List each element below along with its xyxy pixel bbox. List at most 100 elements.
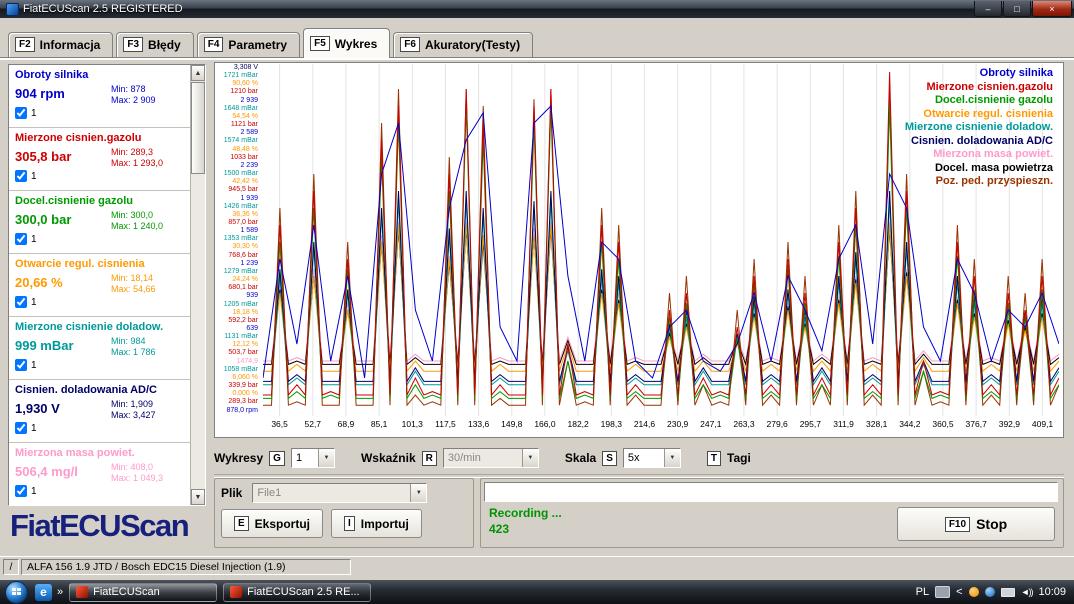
tab-label: Błędy — [148, 38, 181, 52]
wskaznik-value: 30/min — [448, 452, 481, 464]
y-axis-label: 1 939 — [216, 195, 261, 203]
scroll-up-icon[interactable]: ▲ — [191, 65, 205, 81]
parameter-checkbox[interactable] — [15, 422, 27, 434]
legend-entry: Obroty silnika — [905, 67, 1053, 81]
y-axis-label: 1 589 — [216, 227, 261, 235]
parameter-value: 506,4 mg/l — [15, 464, 78, 479]
stop-button[interactable]: F10 Stop — [897, 507, 1055, 541]
parameter-checkbox-label: 1 — [31, 171, 37, 182]
parameter-checkbox-label: 1 — [31, 486, 37, 497]
parameter-checkbox[interactable] — [15, 233, 27, 245]
taskbar-button-label: FiatECUScan — [93, 586, 160, 598]
tab-akuratory-testy[interactable]: F6Akuratory(Testy) — [393, 32, 533, 57]
parameter-value: 904 rpm — [15, 86, 65, 101]
chevron-down-icon[interactable]: ▼ — [410, 484, 426, 502]
x-axis-label: 133,6 — [462, 419, 495, 429]
internet-explorer-icon[interactable]: e — [35, 584, 52, 601]
sidebar-scrollbar[interactable]: ▲ ▼ — [190, 65, 205, 505]
x-axis-label: 295,7 — [794, 419, 827, 429]
parameter-minmax: Min: 18,14Max: 54,66 — [111, 273, 185, 295]
language-indicator[interactable]: PL — [916, 586, 929, 598]
scrollbar-thumb[interactable] — [191, 82, 205, 174]
y-axis-label: 857,0 bar — [216, 219, 261, 227]
skala-value: 5x — [628, 452, 640, 464]
window-title: FiatECUScan 2.5 REGISTERED — [23, 0, 183, 18]
parameter-panel-4: Otwarcie regul. cisnienia20,66 %Min: 18,… — [9, 254, 191, 317]
battery-icon[interactable] — [1001, 588, 1015, 597]
y-axis-label: 2 939 — [216, 97, 261, 105]
tab-parametry[interactable]: F4Parametry — [197, 32, 300, 57]
x-axis-label: 230,9 — [661, 419, 694, 429]
x-axis-label: 68,9 — [329, 419, 362, 429]
tab-informacja[interactable]: F2Informacja — [8, 32, 113, 57]
y-axis-label: 6,060 % — [216, 374, 261, 382]
recording-input[interactable] — [484, 482, 1058, 502]
parameter-value: 20,66 % — [15, 275, 63, 290]
y-axis-label: 0,000 % — [216, 390, 261, 398]
y-axis-label: 1058 mBar — [216, 366, 261, 374]
keyboard-icon[interactable] — [935, 586, 950, 598]
wykresy-dropdown[interactable]: 1 ▼ — [291, 448, 335, 468]
parameter-checkbox[interactable] — [15, 170, 27, 182]
tab-key-label: F4 — [204, 37, 224, 52]
y-axis-labels: 3,308 V1721 mBar90,60 %1210 bar2 9391648… — [216, 64, 261, 416]
chevron-down-icon[interactable]: ▼ — [664, 449, 680, 467]
x-axis-label: 166,0 — [528, 419, 561, 429]
close-button[interactable]: × — [1032, 1, 1072, 17]
tray-collapse-icon[interactable]: < — [956, 586, 962, 598]
clock[interactable]: 10:09 — [1038, 586, 1066, 598]
taskbar: e » FiatECUScanFiatECUScan 2.5 RE... PL … — [0, 580, 1074, 604]
wskaznik-dropdown[interactable]: 30/min ▼ — [443, 448, 539, 468]
y-axis-label: 36,36 % — [216, 211, 261, 219]
parameter-name: Mierzona masa powiet. — [15, 447, 185, 459]
file-group: Plik File1 ▼ E Eksportuj I Importuj — [214, 478, 474, 548]
y-axis-label: 1426 mBar — [216, 203, 261, 211]
file-dropdown[interactable]: File1 ▼ — [252, 483, 427, 503]
y-axis-label: 1500 mBar — [216, 170, 261, 178]
y-axis-label: 3,308 V — [216, 64, 261, 72]
y-axis-label: 503,7 bar — [216, 349, 261, 357]
x-axis-label: 263,3 — [727, 419, 760, 429]
import-button[interactable]: I Importuj — [331, 509, 422, 538]
titlebar: FiatECUScan 2.5 REGISTERED – □ × — [0, 0, 1074, 18]
parameter-checkbox[interactable] — [15, 107, 27, 119]
y-axis-label: 878,0 rpm — [216, 407, 261, 415]
y-axis-label: 18,18 % — [216, 309, 261, 317]
legend-entry: Cisnien. doladowania AD/C — [905, 135, 1053, 149]
legend-entry: Mierzone cisnienie doladow. — [905, 121, 1053, 135]
x-axis-labels: 36,552,768,985,1101,3117,5133,6149,8166,… — [263, 419, 1059, 429]
skala-dropdown[interactable]: 5x ▼ — [623, 448, 681, 468]
quicklaunch-expand-icon[interactable]: » — [57, 586, 63, 598]
parameter-checkbox[interactable] — [15, 296, 27, 308]
scroll-down-icon[interactable]: ▼ — [191, 489, 205, 505]
tagi-label: Tagi — [727, 451, 751, 465]
chevron-down-icon[interactable]: ▼ — [318, 449, 334, 467]
screen: FiatECUScan 2.5 REGISTERED – □ × F2Infor… — [0, 0, 1074, 604]
tray-orange-icon[interactable] — [969, 587, 979, 597]
taskbar-button-1[interactable]: FiatECUScan — [69, 583, 217, 602]
parameter-panel-6: Cisnien. doladowania AD/C1,930 VMin: 1,9… — [9, 380, 191, 443]
tab-wykres[interactable]: F5Wykres — [303, 28, 390, 58]
speaker-icon[interactable]: ◄)) — [1021, 587, 1033, 597]
start-button[interactable] — [5, 581, 28, 604]
y-axis-label: 1033 bar — [216, 154, 261, 162]
parameter-checkbox-label: 1 — [31, 108, 37, 119]
minimize-button[interactable]: – — [974, 1, 1002, 17]
taskbar-button-2[interactable]: FiatECUScan 2.5 RE... — [223, 583, 371, 602]
tab-label: Informacja — [40, 38, 101, 52]
tab-label: Wykres — [335, 37, 377, 51]
parameter-panel-1: Obroty silnika904 rpmMin: 878Max: 2 9091 — [9, 65, 191, 128]
x-axis-label: 36,5 — [263, 419, 296, 429]
maximize-button[interactable]: □ — [1003, 1, 1031, 17]
x-axis-label: 85,1 — [363, 419, 396, 429]
parameter-checkbox[interactable] — [15, 359, 27, 371]
tray-blue-icon[interactable] — [985, 587, 995, 597]
chevron-down-icon[interactable]: ▼ — [522, 449, 538, 467]
tab-bledy[interactable]: F3Błędy — [116, 32, 193, 57]
parameter-checkbox[interactable] — [15, 485, 27, 497]
plik-label: Plik — [221, 486, 242, 500]
taskbar-app-icon — [230, 586, 242, 598]
export-button[interactable]: E Eksportuj — [221, 509, 323, 538]
y-axis-label: 54,54 % — [216, 113, 261, 121]
tagi-key: T — [707, 451, 721, 466]
